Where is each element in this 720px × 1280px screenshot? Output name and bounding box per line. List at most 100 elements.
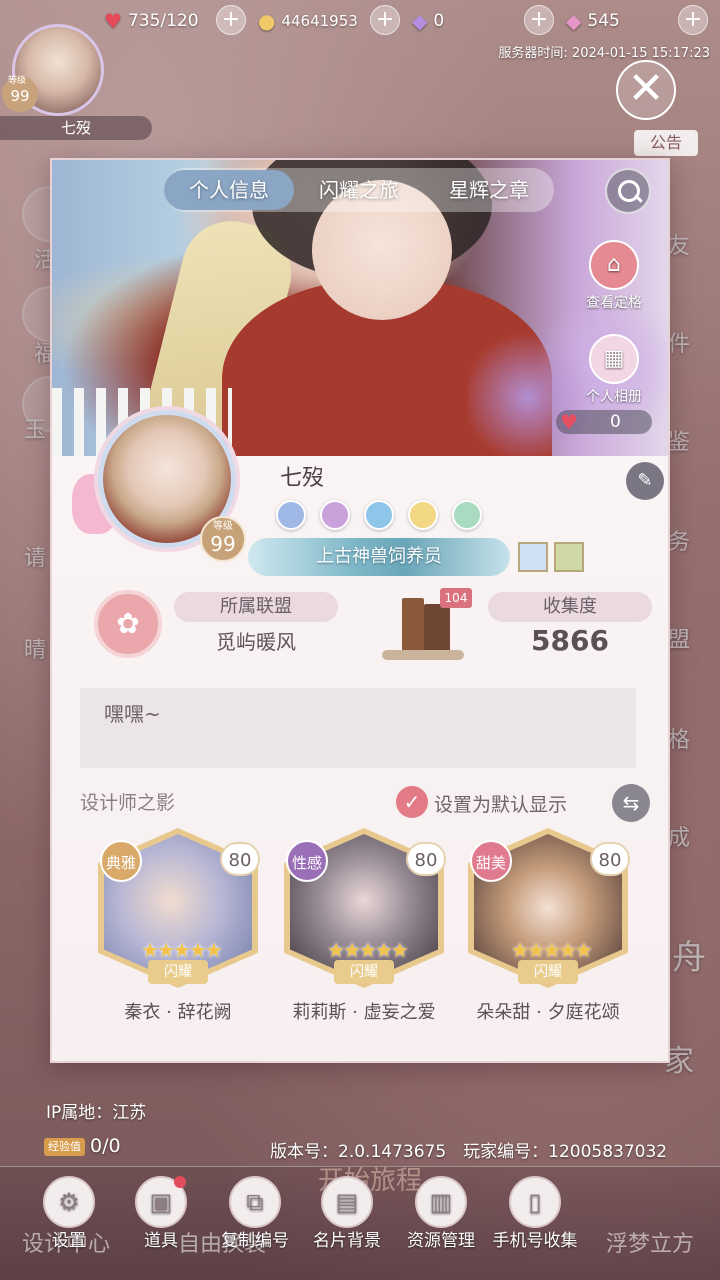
collection-books-icon[interactable]: 104	[382, 588, 472, 660]
emblem-icon[interactable]	[554, 542, 584, 572]
ip-location: IP属地：江苏	[46, 1103, 147, 1123]
card-background-label: 名片背景	[313, 1231, 381, 1251]
designer-level: 80	[406, 842, 446, 876]
add-coin-button[interactable]: +	[370, 5, 400, 35]
coin-value: 44641953	[281, 12, 358, 30]
notification-dot	[174, 1176, 186, 1188]
signature-text[interactable]: 嘿嘿~	[80, 688, 636, 768]
copy-id-label: 复制编号	[221, 1231, 289, 1251]
designer-level: 80	[590, 842, 630, 876]
title-badge[interactable]: 上古神兽饲养员	[248, 538, 510, 576]
house-icon: ⌂	[589, 240, 639, 290]
settings-label: 设置	[52, 1231, 86, 1251]
album-label: 个人相册	[586, 389, 642, 405]
achievement-badges	[276, 500, 482, 530]
items-button[interactable]: ▣ 道具	[116, 1176, 206, 1252]
swap-icon[interactable]: ⇆	[612, 784, 650, 822]
phone-collect-button[interactable]: ▯ 手机号收集	[490, 1176, 580, 1252]
heart-icon: ♥	[104, 9, 122, 33]
album-button[interactable]: ▦ 个人相册	[564, 334, 664, 406]
phone-collect-label: 手机号收集	[492, 1231, 578, 1251]
exp-value: 0/0	[90, 1135, 121, 1157]
profile-username: 七歿	[280, 466, 325, 491]
diamond-icon: ◆	[412, 9, 428, 33]
level-value: 99	[210, 532, 236, 556]
designer-rank: 闪耀	[148, 960, 208, 984]
profile-avatar-frame[interactable]: 等级 99	[72, 404, 246, 562]
stamina-value: 735/120	[127, 11, 199, 31]
designer-style-tag: 甜美	[470, 840, 512, 882]
like-counter[interactable]: ♥ 0	[556, 410, 652, 434]
designer-card[interactable]: 性感 80 ★★★★★ 闪耀 莉莉斯 · 虚妄之爱	[282, 828, 446, 1024]
resource-manage-label: 资源管理	[407, 1231, 475, 1251]
designer-name: 秦衣 · 辞花阙	[124, 1002, 232, 1023]
server-time-label: 服务器时间:	[498, 46, 568, 61]
stamina-counter: ♥ 735/120	[104, 6, 199, 36]
like-count: 0	[610, 412, 621, 432]
add-star-button[interactable]: +	[678, 5, 708, 35]
level-caption: 等级	[8, 76, 27, 86]
books-count-badge: 104	[440, 588, 472, 608]
copy-icon: ⧉	[229, 1176, 281, 1228]
profile-level-badge: 等级 99	[200, 516, 246, 562]
version-info: 版本号：2.0.1473675 玩家编号：12005837032	[270, 1142, 668, 1162]
tab-starlight-chapter[interactable]: 星辉之章	[424, 170, 554, 210]
designer-rank: 闪耀	[518, 960, 578, 984]
badge-icon[interactable]	[408, 500, 438, 530]
edit-icon[interactable]: ✎	[626, 462, 664, 500]
designer-card[interactable]: 甜美 80 ★★★★★ 闪耀 朵朵甜 · 夕庭花颂	[466, 828, 630, 1024]
announcement-button[interactable]: 公告	[634, 130, 698, 156]
alliance-fan-icon[interactable]: ✿	[94, 590, 162, 658]
designer-name: 朵朵甜 · 夕庭花颂	[476, 1002, 620, 1023]
items-label: 道具	[144, 1231, 178, 1251]
search-icon[interactable]	[605, 168, 651, 214]
emblem-icon[interactable]	[518, 542, 548, 572]
check-icon[interactable]: ✓	[396, 786, 428, 818]
add-diamond-button[interactable]: +	[524, 5, 554, 35]
level-caption: 等级	[213, 521, 233, 532]
badge-icon[interactable]	[320, 500, 350, 530]
album-icon: ▦	[589, 334, 639, 384]
level-value: 99	[10, 87, 30, 105]
copy-id-button[interactable]: ⧉ 复制编号	[210, 1176, 300, 1252]
book-shape	[424, 604, 450, 654]
exp-tag: 经验值	[44, 1138, 85, 1156]
badge-icon[interactable]	[276, 500, 306, 530]
designer-style-tag: 典雅	[100, 840, 142, 882]
folder-icon: ▥	[415, 1176, 467, 1228]
server-time-value: 2024-01-15 15:17:23	[571, 46, 710, 61]
default-display-label[interactable]: 设置为默认显示	[434, 790, 567, 817]
card-background-button[interactable]: ▤ 名片背景	[302, 1176, 392, 1252]
resource-manage-button[interactable]: ▥ 资源管理	[396, 1176, 486, 1252]
status-bar: ♥ 735/120 + ● 44641953 + ◆ 0 + ◆ 545 +	[0, 0, 720, 42]
designer-level: 80	[220, 842, 260, 876]
player-level-badge: 等级 99	[2, 76, 38, 112]
gear-icon: ⚙	[43, 1176, 95, 1228]
add-stamina-button[interactable]: +	[216, 5, 246, 35]
close-button[interactable]: ✕	[616, 60, 676, 120]
heart-icon: ♥	[560, 410, 578, 434]
phone-icon: ▯	[509, 1176, 561, 1228]
star-rating-icon: ★★★★★	[511, 938, 593, 962]
settings-button[interactable]: ⚙ 设置	[24, 1176, 114, 1252]
book-base	[382, 650, 464, 660]
tab-personal-info[interactable]: 个人信息	[164, 170, 294, 210]
badge-icon[interactable]	[364, 500, 394, 530]
alliance-label: 所属联盟	[174, 592, 338, 622]
star-value: 545	[587, 11, 620, 31]
designer-style-tag: 性感	[286, 840, 328, 882]
collection-value: 5866	[531, 624, 609, 657]
bg-nav-label: 浮梦立方	[606, 1232, 695, 1257]
collection-label: 收集度	[488, 592, 652, 622]
view-pose-button[interactable]: ⌂ 查看定格	[564, 240, 664, 312]
alliance-name[interactable]: 觅屿暖风	[176, 626, 336, 655]
view-pose-label: 查看定格	[586, 295, 642, 311]
tab-shining-journey[interactable]: 闪耀之旅	[294, 170, 424, 210]
profile-card: 个人信息 闪耀之旅 星辉之章 ⌂ 查看定格 ▦ 个人相册 ♥ 0 等级 99 七…	[50, 158, 670, 1063]
designer-name: 莉莉斯 · 虚妄之爱	[292, 1002, 436, 1023]
diamond-counter: ◆ 0	[412, 6, 444, 36]
badge-icon[interactable]	[452, 500, 482, 530]
server-time: 服务器时间: 2024-01-15 15:17:23	[498, 42, 710, 61]
cat-coin-icon: ●	[258, 9, 276, 33]
designer-card[interactable]: 典雅 80 ★★★★★ 闪耀 秦衣 · 辞花阙	[96, 828, 260, 1024]
